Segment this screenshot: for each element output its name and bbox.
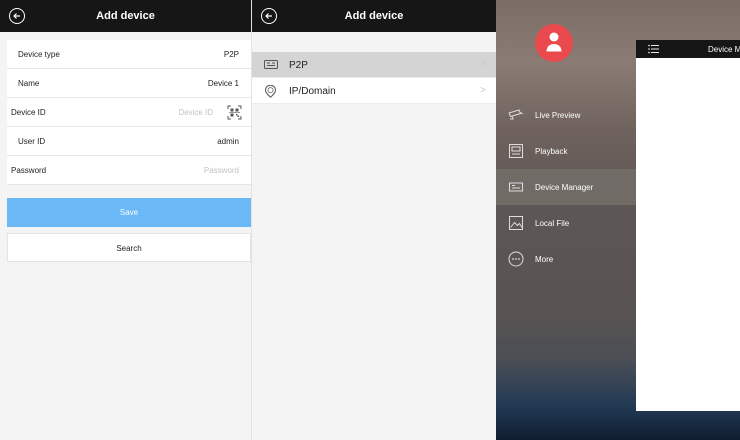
device-type-list: P2P > IP/Domain > bbox=[252, 52, 496, 104]
list-item-ip-domain[interactable]: IP/Domain > bbox=[252, 78, 496, 104]
playback-icon bbox=[508, 143, 524, 159]
menu-item-label: Device Manager bbox=[535, 183, 594, 192]
user-id-row: User ID admin bbox=[7, 127, 251, 156]
page-title: Add device bbox=[96, 10, 155, 22]
add-device-type-screen: Add device P2P > IP/Domain > bbox=[251, 0, 496, 440]
search-button[interactable]: Search bbox=[7, 233, 251, 262]
menu-item-device-manager[interactable]: Device Manager bbox=[496, 169, 636, 205]
menu-item-label: Playback bbox=[535, 147, 568, 156]
app-bar: Device M bbox=[636, 40, 740, 58]
image-icon bbox=[508, 215, 524, 231]
name-field[interactable]: Device 1 bbox=[208, 79, 239, 88]
app-bar: Add device bbox=[252, 0, 496, 32]
device-form: Device type P2P Name Device 1 Device ID … bbox=[7, 40, 251, 185]
page-title: Add device bbox=[344, 10, 404, 22]
drawer-menu: Live Preview Playback Device Manager Loc… bbox=[496, 97, 636, 277]
menu-item-live-preview[interactable]: Live Preview bbox=[496, 97, 636, 133]
list-item-p2p[interactable]: P2P > bbox=[252, 52, 496, 78]
navigation-drawer-screen: Live Preview Playback Device Manager Loc… bbox=[496, 0, 740, 440]
menu-item-label: Local File bbox=[535, 219, 570, 228]
p2p-icon bbox=[264, 59, 278, 73]
password-row: Password Password bbox=[7, 156, 251, 185]
chevron-right-icon: > bbox=[480, 85, 486, 96]
name-label: Name bbox=[18, 79, 40, 88]
app-bar: Add device bbox=[0, 0, 251, 32]
device-manager-preview-card[interactable]: Device M bbox=[636, 40, 740, 411]
menu-item-label: More bbox=[535, 255, 554, 264]
menu-item-label: Live Preview bbox=[535, 111, 581, 120]
add-device-form-screen: Add device Device type P2P Name Device 1… bbox=[0, 0, 251, 440]
device-type-label: Device type bbox=[18, 50, 60, 59]
page-title: Device M bbox=[708, 45, 740, 54]
device-id-row: Device ID Device ID bbox=[7, 98, 251, 127]
menu-item-local-file[interactable]: Local File bbox=[496, 205, 636, 241]
camera-icon bbox=[508, 107, 524, 123]
password-field[interactable]: Password bbox=[204, 166, 239, 175]
device-id-field[interactable]: Device ID bbox=[178, 108, 213, 117]
more-icon bbox=[508, 251, 524, 267]
avatar[interactable] bbox=[535, 24, 573, 62]
password-label: Password bbox=[11, 166, 47, 175]
list-item-label: IP/Domain bbox=[289, 86, 336, 97]
ip-domain-icon bbox=[264, 84, 277, 101]
device-manager-icon bbox=[508, 179, 524, 195]
qr-scan-icon[interactable] bbox=[227, 105, 242, 120]
device-type-value: P2P bbox=[223, 50, 239, 59]
user-id-label: User ID bbox=[18, 137, 46, 146]
device-id-label: Device ID bbox=[11, 108, 46, 117]
save-button[interactable]: Save bbox=[7, 198, 251, 227]
device-type-row[interactable]: Device type P2P bbox=[7, 40, 251, 69]
user-id-field[interactable]: admin bbox=[217, 137, 239, 146]
menu-item-more[interactable]: More bbox=[496, 241, 636, 277]
name-row: Name Device 1 bbox=[7, 69, 251, 98]
menu-item-playback[interactable]: Playback bbox=[496, 133, 636, 169]
menu-list-icon[interactable] bbox=[648, 44, 660, 56]
list-item-label: P2P bbox=[289, 60, 308, 71]
user-icon bbox=[546, 32, 562, 52]
chevron-right-icon: > bbox=[480, 59, 486, 70]
